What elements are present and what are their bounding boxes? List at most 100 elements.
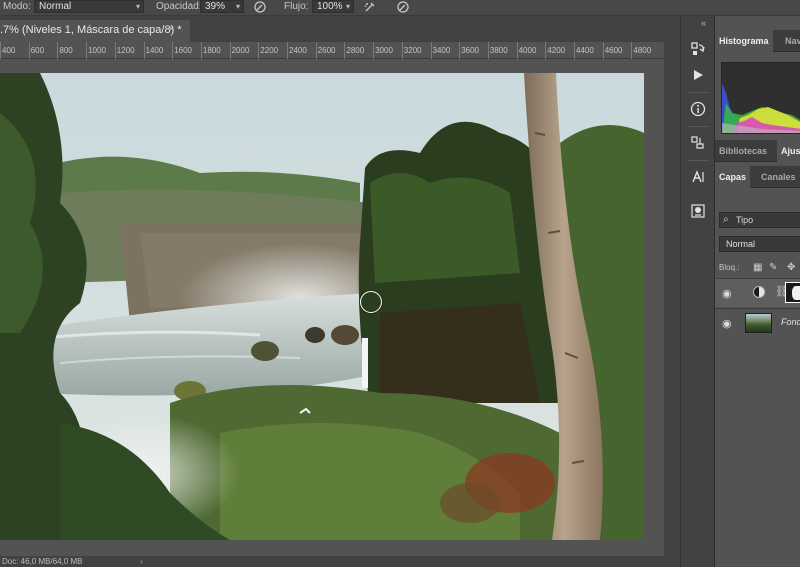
- ruler-mark: [86, 42, 88, 59]
- ruler-mark: [143, 42, 145, 59]
- tab-libraries[interactable]: Bibliotecas: [715, 140, 771, 162]
- document-tab[interactable]: .7% (Niveles 1, Máscara de capa/8) * ×: [0, 20, 190, 42]
- histogram-panel-tabs: Histograma Navegador: [715, 30, 800, 52]
- document-size-info: Doc: 46,0 MB/64,0 MB: [2, 557, 83, 566]
- ruler-mark: [258, 42, 260, 59]
- pressure-size-icon[interactable]: [396, 0, 410, 14]
- lock-label: Bloq.:: [719, 263, 740, 272]
- document-tab-bar: .7% (Niveles 1, Máscara de capa/8) * ×: [0, 16, 680, 42]
- divider: [687, 160, 709, 161]
- visibility-eye-icon[interactable]: ◉: [722, 287, 732, 300]
- ruler-tick-label: 4000: [518, 46, 537, 55]
- ruler-tick-label: 2800: [346, 46, 365, 55]
- blend-mode-dropdown[interactable]: Normal: [719, 236, 800, 252]
- ruler-tick-label: 4800: [633, 46, 652, 55]
- brush-preset-icon[interactable]: [687, 200, 709, 222]
- ruler-mark: [373, 42, 375, 59]
- visibility-eye-icon[interactable]: ◉: [722, 317, 732, 330]
- tab-channels[interactable]: Canales: [757, 166, 800, 188]
- ruler-mark: [602, 42, 604, 59]
- clone-source-icon[interactable]: [687, 132, 709, 154]
- airbrush-icon[interactable]: [363, 0, 377, 14]
- ruler-tick-label: 3800: [489, 46, 508, 55]
- ruler-tick-label: 4400: [576, 46, 594, 55]
- ruler-mark: [200, 42, 202, 59]
- ruler-tick-label: 1200: [116, 46, 135, 55]
- layer-row[interactable]: ◉ Fondo: [715, 308, 800, 337]
- ruler-mark: [28, 42, 30, 59]
- tab-adjustments[interactable]: Ajustes: [777, 140, 800, 162]
- vertical-scrollbar[interactable]: [664, 42, 680, 556]
- layer-name: Fondo: [781, 317, 800, 327]
- chevron-down-icon: ▾: [235, 2, 240, 11]
- waterfall-photo: [0, 73, 644, 540]
- brush-cursor: [360, 291, 382, 313]
- ruler-tick-label: 3200: [403, 46, 422, 55]
- ruler-tick-label: 4600: [604, 46, 623, 55]
- ruler-tick-label: 2400: [289, 46, 307, 55]
- panel-dock-strip: «: [680, 16, 714, 567]
- ruler-mark: [344, 42, 346, 59]
- ruler-mark: [57, 42, 59, 59]
- lock-transparency-icon[interactable]: ▦: [753, 260, 762, 276]
- divider: [687, 92, 709, 93]
- document-title: .7% (Niveles 1, Máscara de capa/8) *: [0, 24, 182, 36]
- ruler-mark: [315, 42, 317, 59]
- status-bar: Doc: 46,0 MB/64,0 MB ›: [0, 556, 680, 567]
- ruler-mark: [401, 42, 403, 59]
- ruler-mark: [545, 42, 547, 59]
- layers-panel-tabs: Capas Canales: [715, 166, 800, 188]
- ruler-tick-label: 2000: [231, 46, 250, 55]
- info-icon[interactable]: [687, 98, 709, 120]
- opacity-field[interactable]: 39% ▾: [200, 0, 244, 13]
- flow-field[interactable]: 100% ▾: [312, 0, 354, 13]
- flow-label: Flujo:: [284, 1, 309, 12]
- ruler-tick-label: 600: [30, 46, 45, 55]
- status-menu-arrow[interactable]: ›: [140, 556, 143, 567]
- opacity-value: 39%: [205, 1, 226, 12]
- opacity-label: Opacidad:: [156, 1, 202, 12]
- layer-row[interactable]: ◉ ⛓: [715, 278, 800, 307]
- ruler-tick-label: 800: [59, 46, 73, 55]
- chevron-down-icon: ▾: [345, 2, 350, 11]
- pressure-opacity-icon[interactable]: [253, 0, 267, 14]
- ruler-tick-label: 2600: [317, 46, 336, 55]
- right-panels: Histograma Navegador Bibliotecas Ajustes…: [714, 16, 800, 567]
- canvas-area[interactable]: [0, 59, 664, 556]
- chevron-down-icon: ▾: [135, 2, 140, 11]
- tab-navigator[interactable]: Navegador: [781, 30, 800, 52]
- character-icon[interactable]: [687, 166, 709, 188]
- ruler-mark: [430, 42, 432, 59]
- mode-value: Normal: [39, 1, 72, 12]
- close-icon[interactable]: ×: [168, 23, 174, 35]
- horizontal-ruler: 400 600 800 1000 1200 1400 1600 1800 2000 2200 240…: [0, 42, 664, 59]
- ruler-tick-label: 1400: [145, 46, 164, 55]
- lock-paint-icon[interactable]: ✎: [769, 260, 777, 276]
- lock-position-icon[interactable]: ✥: [787, 260, 795, 276]
- ruler-mark: [114, 42, 116, 59]
- layer-thumbnail: [745, 313, 772, 333]
- ruler-tick-label: 3400: [432, 46, 451, 55]
- divider: [687, 126, 709, 127]
- document-image[interactable]: [0, 73, 644, 540]
- mode-label: Modo:: [3, 1, 31, 12]
- ruler-tick-label: 3000: [375, 46, 393, 55]
- layer-filter-input[interactable]: ⌕ Tipo: [719, 212, 800, 228]
- tab-layers[interactable]: Capas: [715, 166, 751, 188]
- layer-mask-thumbnail[interactable]: [785, 282, 800, 303]
- ruler-mark: [459, 42, 461, 59]
- ruler-mark: [172, 42, 174, 59]
- tab-histogram[interactable]: Histograma: [715, 30, 773, 52]
- ruler-mark: [487, 42, 489, 59]
- ruler-tick-label: 4200: [547, 46, 566, 55]
- history-icon[interactable]: [687, 38, 709, 60]
- play-icon[interactable]: [687, 64, 709, 86]
- collapse-panels-icon[interactable]: «: [701, 18, 706, 28]
- flow-value: 100%: [317, 1, 343, 12]
- histogram-chart: [721, 62, 800, 134]
- mode-dropdown[interactable]: Normal ▾: [34, 0, 144, 13]
- ruler-mark: [229, 42, 231, 59]
- libraries-panel-tabs: Bibliotecas Ajustes: [715, 140, 800, 162]
- layer-filter-value: Tipo: [736, 215, 754, 225]
- levels-adjustment-icon: [753, 286, 765, 298]
